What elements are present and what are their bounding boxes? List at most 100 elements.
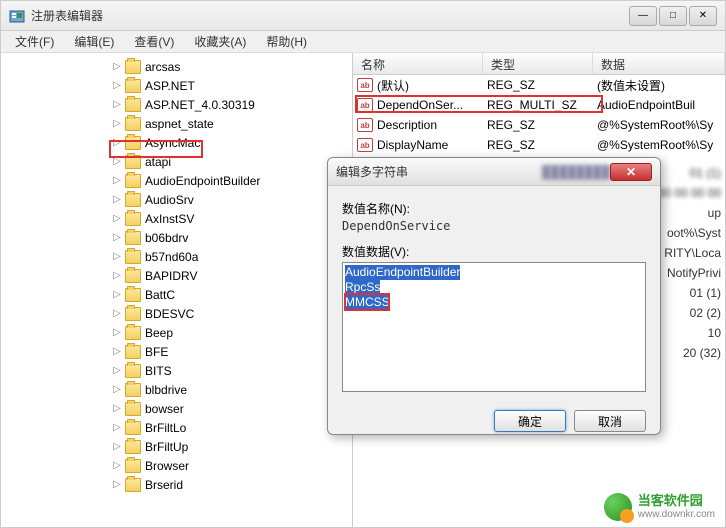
col-data[interactable]: 数据 <box>593 53 725 74</box>
expand-icon[interactable]: ▷ <box>111 61 123 73</box>
watermark-logo-icon <box>604 493 632 521</box>
tree-item[interactable]: ▷Browser <box>1 456 352 475</box>
expand-icon[interactable]: ▷ <box>111 327 123 339</box>
dialog-titlebar[interactable]: 编辑多字符串 ████████ ✕ <box>328 158 660 186</box>
list-row[interactable]: abDependOnSer... REG_MULTI_SZ AudioEndpo… <box>353 95 725 115</box>
cell-data: @%SystemRoot%\Sy <box>593 138 725 152</box>
menu-help[interactable]: 帮助(H) <box>256 31 317 52</box>
cell-data: AudioEndpointBuil <box>593 98 725 112</box>
tree-item[interactable]: ▷ atapi <box>1 152 352 171</box>
expand-icon[interactable]: ▷ <box>111 137 123 149</box>
folder-icon <box>125 326 141 340</box>
cancel-button[interactable]: 取消 <box>574 410 646 432</box>
list-row[interactable]: abDescription REG_SZ @%SystemRoot%\Sy <box>353 115 725 135</box>
registry-tree[interactable]: ▷ arcsas ▷ ASP.NET ▷ASP.NET_4.0.30319▷aspnet… <box>1 53 353 527</box>
menu-view[interactable]: 查看(V) <box>124 31 184 52</box>
expand-icon[interactable]: ▷ <box>111 156 123 168</box>
expand-icon[interactable]: ▷ <box>111 479 123 491</box>
tree-label: arcsas <box>145 60 180 74</box>
tree-label: BFE <box>145 345 168 359</box>
value-data-textarea[interactable]: AudioEndpointBuilder RpcSs MMCSS <box>342 262 646 392</box>
tree-label: atapi <box>145 155 171 169</box>
expand-icon[interactable]: ▷ <box>111 441 123 453</box>
folder-icon <box>125 478 141 492</box>
tree-item[interactable]: ▷ arcsas <box>1 57 352 76</box>
value-name-label: 数值名称(N): <box>342 200 646 217</box>
list-row-obscured: 01 (1) <box>690 163 721 183</box>
expand-icon[interactable]: ▷ <box>111 251 123 263</box>
expand-icon[interactable]: ▷ <box>111 194 123 206</box>
folder-icon <box>125 459 141 473</box>
edit-multistring-dialog: 编辑多字符串 ████████ ✕ 数值名称(N): DependOnServi… <box>327 157 661 435</box>
tree-item[interactable]: ▷ AudioEndpointBuilder <box>1 171 352 190</box>
expand-icon[interactable]: ▷ <box>111 365 123 377</box>
expand-icon[interactable]: ▷ <box>111 175 123 187</box>
minimize-button[interactable]: — <box>629 6 657 26</box>
folder-icon <box>125 136 141 150</box>
expand-icon[interactable]: ▷ <box>111 403 123 415</box>
tree-label: AudioEndpointBuilder <box>145 174 260 188</box>
tree-item[interactable]: ▷BattC <box>1 285 352 304</box>
tree-label: BrFiltLo <box>145 421 186 435</box>
tree-item[interactable]: ▷ blbdrive <box>1 380 352 399</box>
list-row-obscured: RITY\Loca <box>664 243 721 263</box>
list-row-obscured: 00 00 00 00 <box>658 183 721 203</box>
dialog-close-button[interactable]: ✕ <box>610 163 652 181</box>
expand-icon[interactable]: ▷ <box>111 118 123 130</box>
tree-item[interactable]: ▷Brserid <box>1 475 352 494</box>
expand-icon[interactable]: ▷ <box>111 346 123 358</box>
expand-icon[interactable]: ▷ <box>111 99 123 111</box>
tree-label: AsyncMac <box>145 136 200 150</box>
expand-icon[interactable]: ▷ <box>111 460 123 472</box>
folder-icon <box>125 421 141 435</box>
tree-item[interactable]: ▷BrFiltUp <box>1 437 352 456</box>
tree-item[interactable]: ▷ BFE <box>1 342 352 361</box>
value-data-label: 数值数据(V): <box>342 243 646 260</box>
tree-item[interactable]: ▷Beep <box>1 323 352 342</box>
tree-item[interactable]: ▷BAPIDRV <box>1 266 352 285</box>
expand-icon[interactable]: ▷ <box>111 213 123 225</box>
folder-icon <box>125 98 141 112</box>
tree-item[interactable]: ▷b06bdrv <box>1 228 352 247</box>
col-name[interactable]: 名称 <box>353 53 483 74</box>
list-row-obscured: NotifyPrivi <box>667 263 721 283</box>
menu-favorites[interactable]: 收藏夹(A) <box>184 31 256 52</box>
expand-icon[interactable]: ▷ <box>111 270 123 282</box>
list-row-obscured: up <box>708 203 721 223</box>
expand-icon[interactable]: ▷ <box>111 422 123 434</box>
tree-item[interactable]: ▷AudioSrv <box>1 190 352 209</box>
tree-item[interactable]: ▷aspnet_state <box>1 114 352 133</box>
cell-type: REG_SZ <box>483 78 593 92</box>
tree-item[interactable]: ▷ BDESVC <box>1 304 352 323</box>
tree-label: BDESVC <box>145 307 194 321</box>
tree-label: blbdrive <box>145 383 187 397</box>
list-row-obscured: 01 (1) <box>690 283 721 303</box>
col-type[interactable]: 类型 <box>483 53 593 74</box>
list-row[interactable]: ab(默认) REG_SZ (数值未设置) <box>353 75 725 95</box>
folder-icon <box>125 345 141 359</box>
expand-icon[interactable]: ▷ <box>111 289 123 301</box>
tree-item[interactable]: ▷BITS <box>1 361 352 380</box>
close-button[interactable]: ✕ <box>689 6 717 26</box>
tree-item[interactable]: ▷ASP.NET_4.0.30319 <box>1 95 352 114</box>
expand-icon[interactable]: ▷ <box>111 80 123 92</box>
ok-button[interactable]: 确定 <box>494 410 566 432</box>
menu-edit[interactable]: 编辑(E) <box>64 31 124 52</box>
tree-item[interactable]: ▷ ASP.NET <box>1 76 352 95</box>
folder-icon <box>125 212 141 226</box>
tree-item[interactable]: ▷ AsyncMac <box>1 133 352 152</box>
tree-item[interactable]: ▷ BrFiltLo <box>1 418 352 437</box>
watermark: 当客软件园 www.downkr.com <box>604 493 715 521</box>
tree-label: ASP.NET <box>145 79 195 93</box>
menu-file[interactable]: 文件(F) <box>5 31 64 52</box>
expand-icon[interactable]: ▷ <box>111 384 123 396</box>
tree-item[interactable]: ▷ b57nd60a <box>1 247 352 266</box>
dialog-button-row: 确定 取消 <box>328 402 660 432</box>
maximize-button[interactable]: □ <box>659 6 687 26</box>
tree-label: b57nd60a <box>145 250 198 264</box>
expand-icon[interactable]: ▷ <box>111 232 123 244</box>
tree-item[interactable]: ▷bowser <box>1 399 352 418</box>
list-row[interactable]: abDisplayName REG_SZ @%SystemRoot%\Sy <box>353 135 725 155</box>
tree-item[interactable]: ▷AxInstSV <box>1 209 352 228</box>
expand-icon[interactable]: ▷ <box>111 308 123 320</box>
